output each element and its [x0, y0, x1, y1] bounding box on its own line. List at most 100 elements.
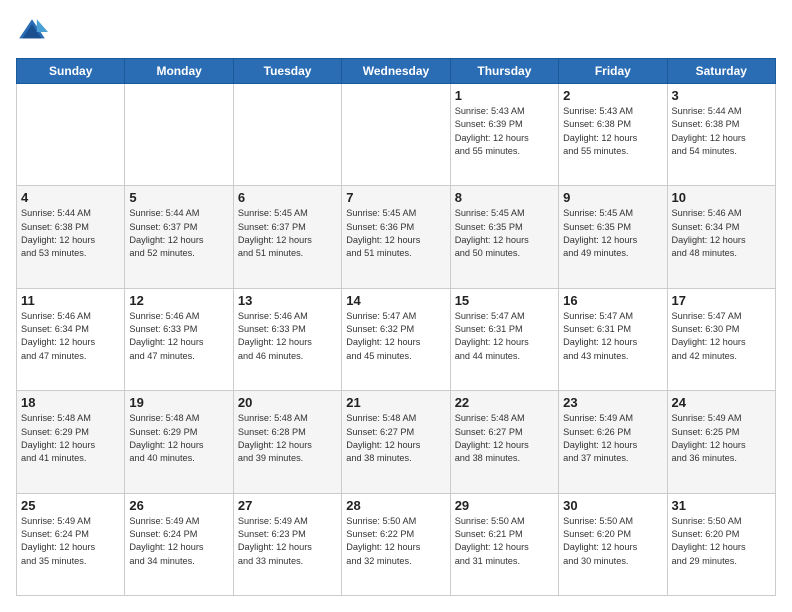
day-of-week-header: Monday [125, 59, 233, 84]
page: SundayMondayTuesdayWednesdayThursdayFrid… [0, 0, 792, 612]
day-number: 28 [346, 498, 445, 513]
calendar-cell: 13Sunrise: 5:46 AM Sunset: 6:33 PM Dayli… [233, 288, 341, 390]
calendar-cell: 7 Sunrise: 5:45 AM Sunset: 6:36 PM Daylig… [342, 186, 450, 288]
calendar-cell: 30Sunrise: 5:50 AM Sunset: 6:20 PM Dayli… [559, 493, 667, 595]
calendar-cell: 10 Sunrise: 5:46 AM Sunset: 6:34 PM Dayli… [667, 186, 775, 288]
day-info: Sunrise: 5:47 AM Sunset: 6:30 PM Dayligh… [672, 310, 771, 363]
day-of-week-header: Thursday [450, 59, 558, 84]
day-number: 19 [129, 395, 228, 410]
day-info: Sunrise: 5:47 AM Sunset: 6:31 PM Dayligh… [455, 310, 554, 363]
calendar-cell: 2 Sunrise: 5:43 AM Sunset: 6:38 PM Daylig… [559, 84, 667, 186]
calendar-cell: 29 Sunrise: 5:50 AM Sunset: 6:21 PM Dayli… [450, 493, 558, 595]
day-info: Sunrise: 5:48 AM Sunset: 6:27 PM Dayligh… [455, 412, 554, 465]
calendar-table: SundayMondayTuesdayWednesdayThursdayFrid… [16, 58, 776, 596]
calendar-cell: 22 Sunrise: 5:48 AM Sunset: 6:27 PM Dayli… [450, 391, 558, 493]
calendar-cell: 1Sunrise: 5:43 AM Sunset: 6:39 PM Daylig… [450, 84, 558, 186]
calendar-cell: 6 Sunrise: 5:45 AM Sunset: 6:37 PM Daylig… [233, 186, 341, 288]
calendar-cell: 26Sunrise: 5:49 AM Sunset: 6:24 PM Dayli… [125, 493, 233, 595]
day-number: 1 [455, 88, 554, 103]
calendar-week-row: 1Sunrise: 5:43 AM Sunset: 6:39 PM Daylig… [17, 84, 776, 186]
day-info: Sunrise: 5:49 AM Sunset: 6:26 PM Dayligh… [563, 412, 662, 465]
calendar-body: 1Sunrise: 5:43 AM Sunset: 6:39 PM Daylig… [17, 84, 776, 596]
day-number: 3 [672, 88, 771, 103]
calendar-cell: 12Sunrise: 5:46 AM Sunset: 6:33 PM Dayli… [125, 288, 233, 390]
day-number: 9 [563, 190, 662, 205]
calendar-cell: 4Sunrise: 5:44 AM Sunset: 6:38 PM Daylig… [17, 186, 125, 288]
calendar-cell: 18Sunrise: 5:48 AM Sunset: 6:29 PM Dayli… [17, 391, 125, 493]
day-number: 21 [346, 395, 445, 410]
day-info: Sunrise: 5:50 AM Sunset: 6:21 PM Dayligh… [455, 515, 554, 568]
day-info: Sunrise: 5:50 AM Sunset: 6:22 PM Dayligh… [346, 515, 445, 568]
day-of-week-header: Wednesday [342, 59, 450, 84]
calendar-week-row: 11 Sunrise: 5:46 AM Sunset: 6:34 PM Dayli… [17, 288, 776, 390]
day-info: Sunrise: 5:43 AM Sunset: 6:38 PM Dayligh… [563, 105, 662, 158]
day-number: 20 [238, 395, 337, 410]
calendar-cell: 14 Sunrise: 5:47 AM Sunset: 6:32 PM Dayli… [342, 288, 450, 390]
calendar-cell: 15 Sunrise: 5:47 AM Sunset: 6:31 PM Dayli… [450, 288, 558, 390]
day-number: 15 [455, 293, 554, 308]
day-info: Sunrise: 5:48 AM Sunset: 6:29 PM Dayligh… [129, 412, 228, 465]
day-info: Sunrise: 5:45 AM Sunset: 6:36 PM Dayligh… [346, 207, 445, 260]
calendar-cell: 23 Sunrise: 5:49 AM Sunset: 6:26 PM Dayli… [559, 391, 667, 493]
day-of-week-header: Friday [559, 59, 667, 84]
day-number: 7 [346, 190, 445, 205]
day-number: 17 [672, 293, 771, 308]
day-info: Sunrise: 5:46 AM Sunset: 6:34 PM Dayligh… [672, 207, 771, 260]
calendar-cell [125, 84, 233, 186]
calendar-cell: 25 Sunrise: 5:49 AM Sunset: 6:24 PM Dayli… [17, 493, 125, 595]
calendar-cell: 11 Sunrise: 5:46 AM Sunset: 6:34 PM Dayli… [17, 288, 125, 390]
day-number: 5 [129, 190, 228, 205]
day-info: Sunrise: 5:46 AM Sunset: 6:33 PM Dayligh… [129, 310, 228, 363]
day-info: Sunrise: 5:46 AM Sunset: 6:34 PM Dayligh… [21, 310, 120, 363]
day-number: 30 [563, 498, 662, 513]
day-of-week-header: Tuesday [233, 59, 341, 84]
calendar-cell: 31 Sunrise: 5:50 AM Sunset: 6:20 PM Dayli… [667, 493, 775, 595]
calendar-week-row: 25 Sunrise: 5:49 AM Sunset: 6:24 PM Dayli… [17, 493, 776, 595]
day-number: 11 [21, 293, 120, 308]
calendar-cell: 8 Sunrise: 5:45 AM Sunset: 6:35 PM Daylig… [450, 186, 558, 288]
calendar-cell: 5 Sunrise: 5:44 AM Sunset: 6:37 PM Daylig… [125, 186, 233, 288]
day-info: Sunrise: 5:48 AM Sunset: 6:27 PM Dayligh… [346, 412, 445, 465]
day-number: 2 [563, 88, 662, 103]
calendar-cell: 28 Sunrise: 5:50 AM Sunset: 6:22 PM Dayli… [342, 493, 450, 595]
day-info: Sunrise: 5:49 AM Sunset: 6:23 PM Dayligh… [238, 515, 337, 568]
day-number: 10 [672, 190, 771, 205]
calendar-cell [233, 84, 341, 186]
day-number: 23 [563, 395, 662, 410]
day-number: 18 [21, 395, 120, 410]
day-info: Sunrise: 5:44 AM Sunset: 6:38 PM Dayligh… [672, 105, 771, 158]
calendar-cell: 19 Sunrise: 5:48 AM Sunset: 6:29 PM Dayli… [125, 391, 233, 493]
day-number: 14 [346, 293, 445, 308]
day-info: Sunrise: 5:45 AM Sunset: 6:35 PM Dayligh… [455, 207, 554, 260]
calendar-week-row: 18 Sunrise: 5:48 AM Sunset: 6:29 PM Dayli… [17, 391, 776, 493]
day-info: Sunrise: 5:45 AM Sunset: 6:37 PM Dayligh… [238, 207, 337, 260]
day-number: 27 [238, 498, 337, 513]
logo-icon [16, 16, 48, 48]
day-info: Sunrise: 5:47 AM Sunset: 6:31 PM Dayligh… [563, 310, 662, 363]
day-number: 4 [21, 190, 120, 205]
calendar-cell: 16 Sunrise: 5:47 AM Sunset: 6:31 PM Dayli… [559, 288, 667, 390]
day-number: 25 [21, 498, 120, 513]
day-number: 6 [238, 190, 337, 205]
day-number: 26 [129, 498, 228, 513]
day-number: 8 [455, 190, 554, 205]
day-info: Sunrise: 5:48 AM Sunset: 6:28 PM Dayligh… [238, 412, 337, 465]
day-info: Sunrise: 5:47 AM Sunset: 6:32 PM Dayligh… [346, 310, 445, 363]
calendar-cell: 24Sunrise: 5:49 AM Sunset: 6:25 PM Dayli… [667, 391, 775, 493]
calendar-cell: 21 Sunrise: 5:48 AM Sunset: 6:27 PM Dayli… [342, 391, 450, 493]
day-number: 31 [672, 498, 771, 513]
day-info: Sunrise: 5:50 AM Sunset: 6:20 PM Dayligh… [672, 515, 771, 568]
logo [16, 16, 52, 48]
calendar-cell: 17 Sunrise: 5:47 AM Sunset: 6:30 PM Dayli… [667, 288, 775, 390]
day-number: 29 [455, 498, 554, 513]
day-number: 13 [238, 293, 337, 308]
day-number: 16 [563, 293, 662, 308]
day-number: 22 [455, 395, 554, 410]
day-info: Sunrise: 5:45 AM Sunset: 6:35 PM Dayligh… [563, 207, 662, 260]
day-of-week-header: Sunday [17, 59, 125, 84]
calendar-cell: 9 Sunrise: 5:45 AM Sunset: 6:35 PM Daylig… [559, 186, 667, 288]
calendar-cell: 27 Sunrise: 5:49 AM Sunset: 6:23 PM Dayli… [233, 493, 341, 595]
day-info: Sunrise: 5:49 AM Sunset: 6:24 PM Dayligh… [21, 515, 120, 568]
calendar-week-row: 4Sunrise: 5:44 AM Sunset: 6:38 PM Daylig… [17, 186, 776, 288]
day-info: Sunrise: 5:44 AM Sunset: 6:37 PM Dayligh… [129, 207, 228, 260]
